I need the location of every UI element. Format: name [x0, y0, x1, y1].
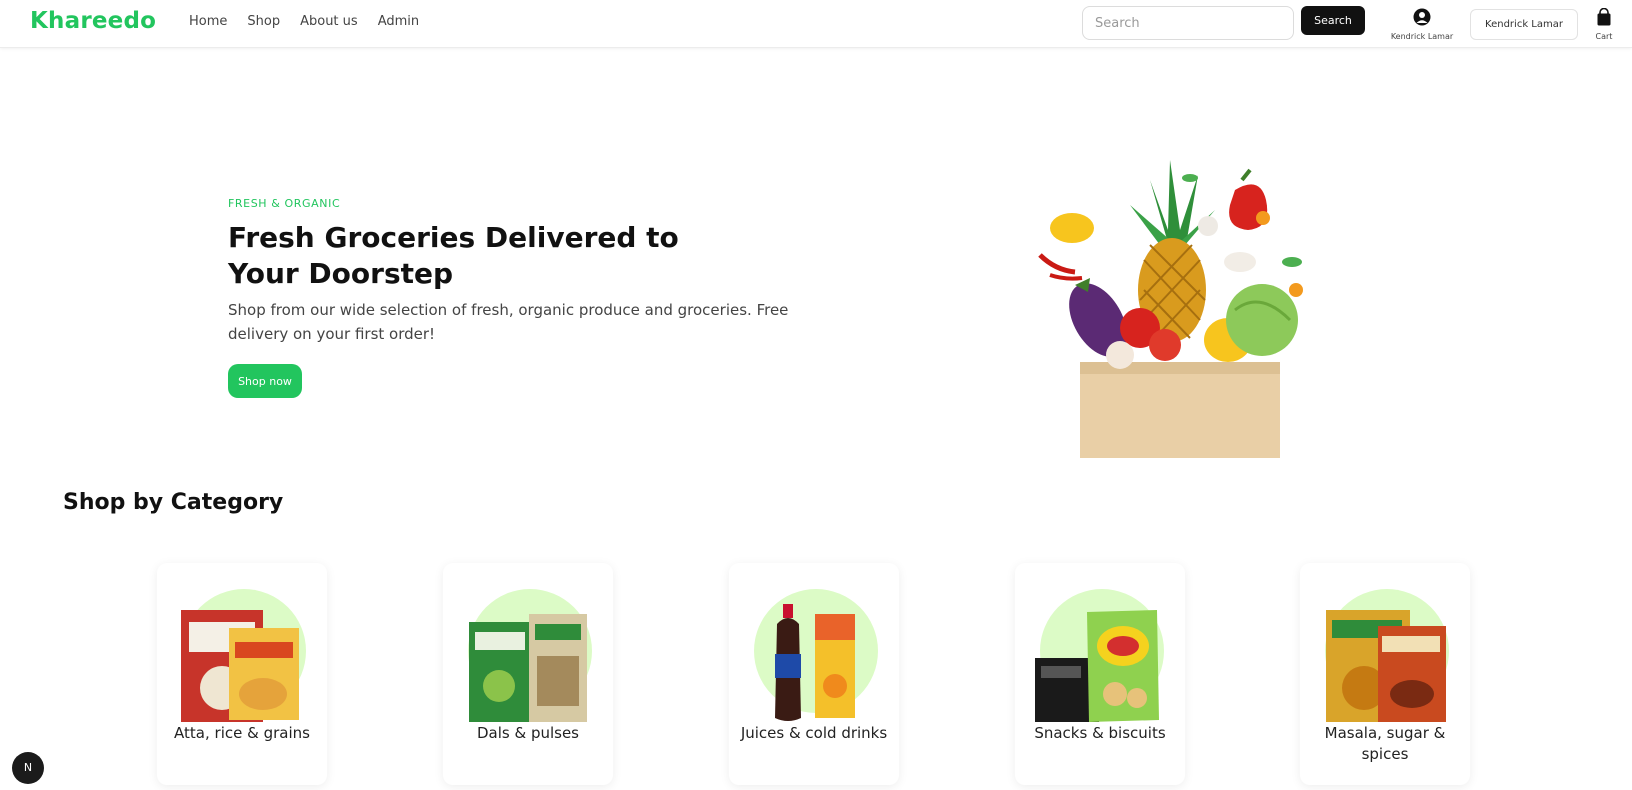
- nav-link-admin[interactable]: Admin: [378, 14, 419, 29]
- hero-title: Fresh Groceries Delivered to Your Doorst…: [228, 221, 679, 290]
- masala-sugar-spices-image: [1326, 610, 1446, 722]
- user-menu-button[interactable]: Kendrick Lamar: [1470, 9, 1578, 40]
- nav-link-shop[interactable]: Shop: [247, 14, 280, 29]
- top-navbar: Khareedo Home Shop About us Admin Search…: [0, 0, 1632, 48]
- shopping-bag-icon: [1597, 7, 1611, 26]
- category-label: Masala, sugar & spices: [1324, 724, 1446, 763]
- category-card-juices-cold-drinks[interactable]: Juices & cold drinks: [729, 563, 899, 785]
- juices-cold-drinks-image: [775, 604, 855, 721]
- hero-eyebrow: FRESH & ORGANIC: [228, 197, 341, 210]
- category-card-dals-pulses[interactable]: Dals & pulses: [443, 563, 613, 785]
- category-card-snacks-biscuits[interactable]: Snacks & biscuits: [1015, 563, 1185, 785]
- category-label: Snacks & biscuits: [1034, 724, 1166, 742]
- category-card-atta-rice-grains[interactable]: Atta, rice & grains: [157, 563, 327, 785]
- category-card-masala-sugar-spices[interactable]: Masala, sugar & spices: [1300, 563, 1470, 785]
- cart-label: Cart: [1595, 32, 1613, 41]
- nav-link-about[interactable]: About us: [300, 14, 358, 29]
- search-button[interactable]: Search: [1301, 6, 1365, 35]
- user-icon: [1413, 8, 1431, 26]
- hero-subtitle: Shop from our wide selection of fresh, o…: [228, 301, 789, 343]
- brand-logo[interactable]: Khareedo: [30, 8, 156, 34]
- search-input[interactable]: [1082, 6, 1294, 40]
- grocery-bag-illustration: [1038, 160, 1303, 458]
- category-label: Dals & pulses: [476, 724, 579, 742]
- category-label: Juices & cold drinks: [740, 724, 888, 742]
- shop-now-button[interactable]: Shop now: [228, 364, 302, 398]
- category-label: Atta, rice & grains: [174, 724, 310, 742]
- category-heading: Shop by Category: [63, 490, 284, 515]
- floating-avatar-badge[interactable]: N: [12, 752, 44, 784]
- dals-pulses-pack-image: [469, 614, 587, 722]
- snacks-biscuits-image: [1035, 610, 1159, 722]
- main-nav: Home Shop About us Admin: [189, 14, 419, 29]
- atta-rice-pack-image: [181, 610, 299, 722]
- nav-link-home[interactable]: Home: [189, 14, 227, 29]
- cart[interactable]: Cart: [1590, 7, 1618, 41]
- user-profile[interactable]: Kendrick Lamar: [1382, 8, 1462, 41]
- user-name-label: Kendrick Lamar: [1390, 32, 1454, 41]
